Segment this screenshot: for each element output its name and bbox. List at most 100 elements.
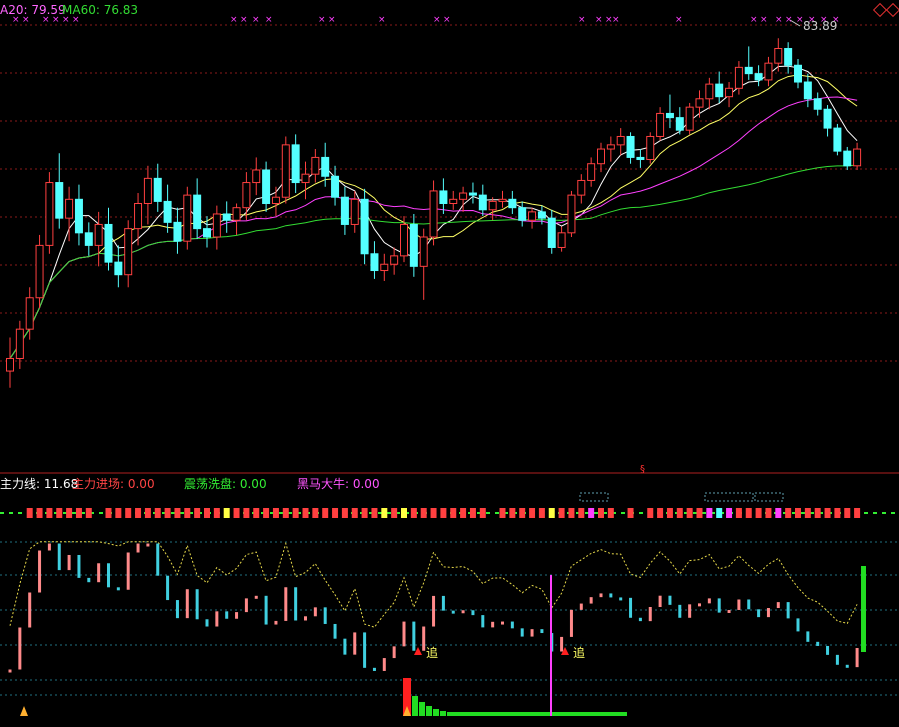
candle-body (380, 263, 389, 272)
oscillator-segment (175, 600, 179, 619)
oscillator-segment (501, 621, 504, 625)
signal-box (243, 508, 250, 518)
oscillator-segment (845, 664, 849, 668)
oscillator-segment (757, 609, 761, 618)
candle-body (547, 217, 556, 248)
signal-box (804, 508, 811, 518)
oscillator-segment (313, 607, 317, 617)
candle-body (734, 66, 743, 89)
candle-body (429, 190, 438, 238)
oscillator-segment (707, 598, 711, 604)
oscillator-segment (806, 631, 810, 642)
oscillator-segment (294, 587, 298, 621)
signal-box (322, 508, 329, 518)
candle-body (419, 236, 428, 267)
oscillator-segment (520, 628, 524, 637)
oscillator-segment (786, 602, 790, 619)
oscillator-segment (8, 669, 12, 673)
oscillator-segment (254, 595, 258, 599)
wash-legend: 震荡洗盘: 0.00 (184, 477, 267, 491)
signal-box (745, 508, 752, 518)
signal-box (775, 508, 782, 518)
oscillator-segment (461, 610, 465, 614)
entry-bar-green (419, 702, 425, 716)
signal-box (292, 508, 299, 518)
x-marker: × (595, 15, 603, 25)
candle-body (478, 194, 487, 211)
oscillator-segment (648, 606, 652, 622)
candle-body (675, 117, 684, 131)
signal-box (302, 508, 309, 518)
stock-chart: § × × × × × × × × × × × × × × × × × × × × × × × × × × × × (0, 15, 899, 716)
candle-body (528, 211, 537, 221)
x-marker: × (675, 15, 683, 25)
candle-body (55, 182, 64, 219)
x-marker: × (328, 15, 336, 25)
candle-body (6, 357, 14, 372)
oscillator-segment (491, 621, 495, 628)
x-marker: × (785, 15, 793, 25)
annotation-marks: × × × × × × × × × × × × × × × × × × × × × × × × × × × × (12, 15, 840, 716)
x-marker: × (378, 15, 386, 25)
candle-body (488, 200, 497, 211)
signal-box (706, 508, 713, 518)
candle-body (823, 108, 832, 129)
signal-box (666, 508, 673, 518)
oscillator-segment (18, 627, 22, 670)
ma60-legend: MA60: 76.83 (62, 3, 139, 17)
signal-box (844, 508, 851, 518)
candle-body (212, 213, 221, 238)
chase-label-2: 追 (573, 646, 586, 660)
candle-body (340, 196, 349, 225)
oscillator-segment (116, 587, 120, 591)
signal-box (401, 508, 407, 518)
oscillator-segment (855, 648, 859, 668)
signal-box (755, 508, 762, 518)
candle-body (153, 177, 162, 202)
oscillator-segment (47, 543, 51, 551)
oscillator-segment (126, 552, 130, 590)
oscillator-segment (77, 554, 81, 578)
oscillator-segment (510, 621, 514, 629)
candle-body (626, 135, 635, 158)
oscillator-segment (136, 543, 140, 553)
signal-box (795, 508, 801, 518)
candle-body (390, 255, 399, 265)
candle-body (695, 98, 704, 108)
candle-body (725, 87, 734, 98)
oscillator-segment (57, 543, 61, 571)
indicator-lines (0, 541, 899, 696)
entry-bar-green (433, 709, 439, 716)
candle-body (331, 175, 340, 198)
signal-box (834, 508, 841, 518)
signal-box (598, 508, 604, 518)
signal-box (85, 508, 92, 518)
signal-box (174, 508, 181, 518)
candle-body (597, 148, 605, 165)
oscillator-segment (560, 636, 564, 652)
candle-body (656, 112, 665, 137)
signal-box (26, 508, 33, 518)
oscillator-segment (372, 667, 376, 671)
candlesticks (6, 38, 862, 388)
x-marker: × (230, 15, 238, 25)
signal-box (785, 508, 792, 518)
oscillator-segment (215, 611, 219, 627)
oscillator-segment (776, 602, 780, 609)
oscillator-segment (698, 603, 701, 607)
signal-bracket (754, 492, 784, 502)
signal-box (312, 508, 319, 518)
signal-bracket (704, 492, 754, 502)
signal-box (125, 508, 132, 518)
candle-body (843, 150, 852, 167)
signal-box (450, 508, 457, 518)
oscillator-segment (441, 595, 445, 611)
signal-box (410, 508, 417, 518)
signal-box (223, 508, 230, 518)
candle-body (567, 194, 576, 234)
signal-box (499, 508, 506, 518)
candle-body (242, 182, 251, 209)
signal-box (253, 508, 260, 518)
candle-body (232, 207, 241, 221)
oscillator-segment (304, 616, 307, 621)
